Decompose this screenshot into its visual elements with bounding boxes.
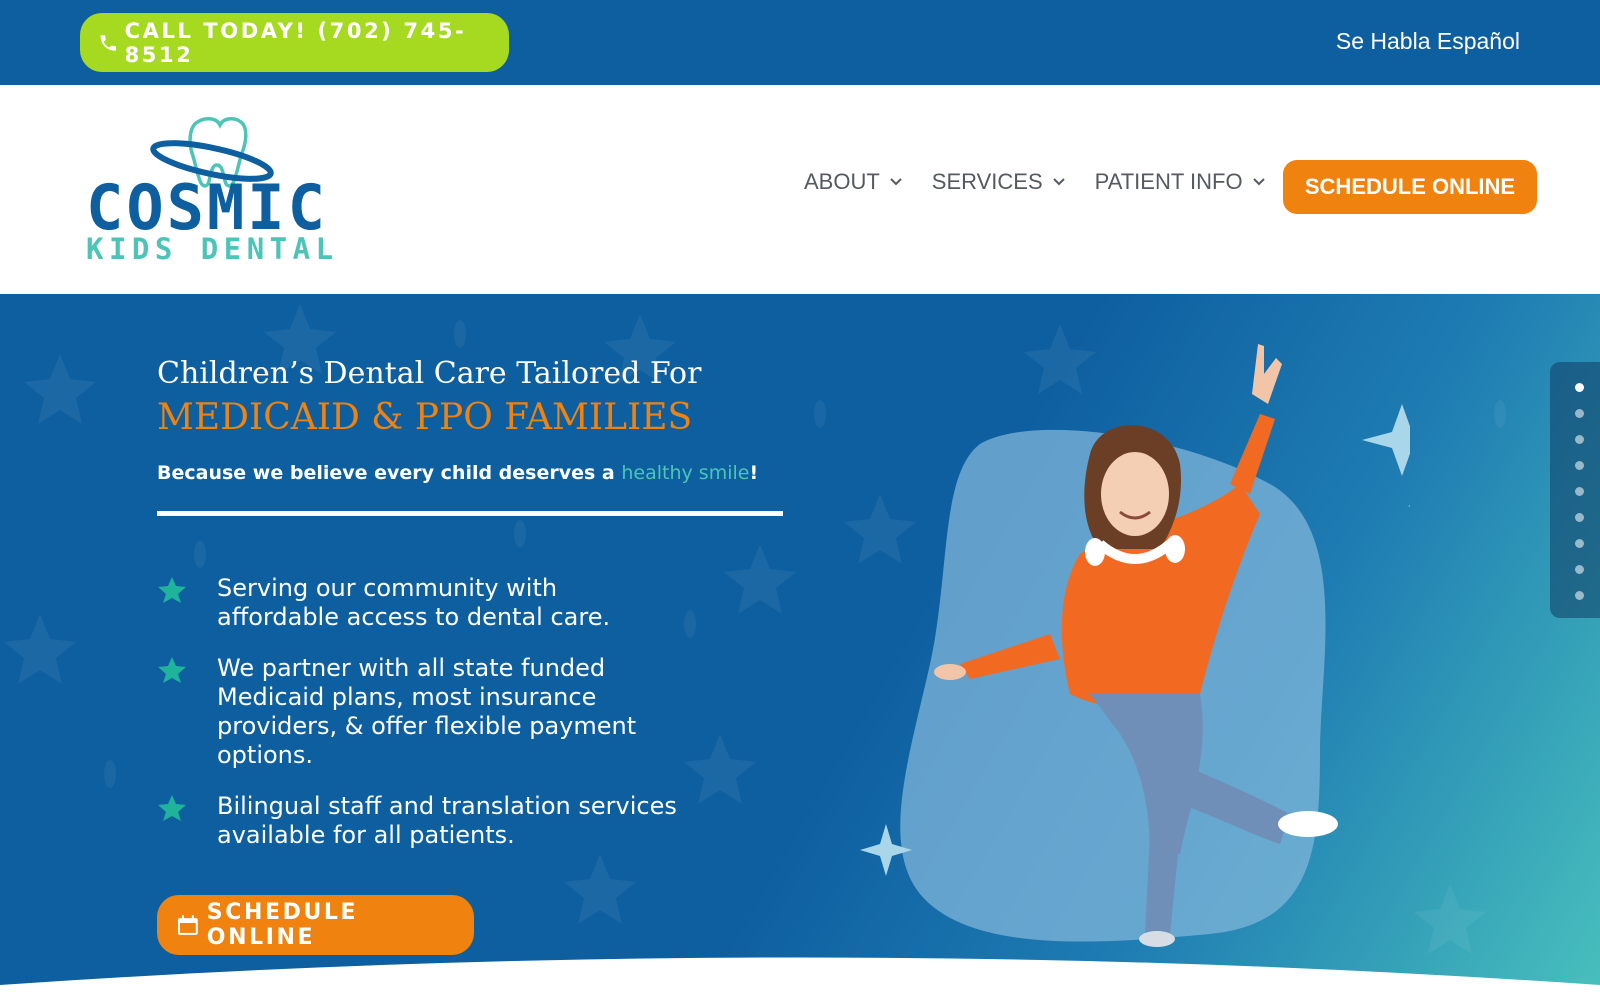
site-logo[interactable]: COSMIC KIDS DENTAL <box>84 113 344 273</box>
slider-dot-1[interactable] <box>1575 383 1584 392</box>
bullet-text: Serving our community with affordable ac… <box>217 574 611 631</box>
bullet-text: Bilingual staff and translation services… <box>217 792 677 849</box>
schedule-online-nav-button[interactable]: SCHEDULE ONLINE <box>1283 160 1537 214</box>
hero-section: Children’s Dental Care Tailored For MEDI… <box>0 294 1600 1000</box>
nav-item-label: SERVICES <box>931 169 1043 194</box>
call-today-button[interactable]: CALL TODAY! (702) 745-8512 <box>80 13 509 72</box>
hero-bullet-list: Serving our community with affordable ac… <box>157 574 677 872</box>
slider-dot-2[interactable] <box>1575 409 1584 418</box>
hero-heading-line1: Children’s Dental Care Tailored For <box>157 356 702 391</box>
hero-heading-line2: MEDICAID & PPO FAMILIES <box>157 397 693 438</box>
hero-subheading-post: ! <box>749 462 759 484</box>
star-bullet-icon <box>158 657 186 683</box>
site-header: COSMIC KIDS DENTAL ABOUT SERVICES PATIEN… <box>0 85 1600 294</box>
slider-dot-5[interactable] <box>1575 487 1584 496</box>
star-bullet-icon <box>158 577 186 603</box>
slider-dot-4[interactable] <box>1575 461 1584 470</box>
nav-item-about[interactable]: ABOUT <box>804 169 902 195</box>
jumping-girl-photo <box>860 344 1410 947</box>
list-item: Bilingual staff and translation services… <box>157 792 677 850</box>
hero-wave-divider <box>0 957 1600 1000</box>
slider-pagination <box>1550 362 1600 618</box>
slider-dot-6[interactable] <box>1575 513 1584 522</box>
calendar-icon <box>177 915 198 935</box>
top-bar: CALL TODAY! (702) 745-8512 Se Habla Espa… <box>0 0 1600 85</box>
hero-subheading-pre: Because we believe every child deserves … <box>157 462 622 484</box>
hero-subheading-highlight: healthy smile <box>621 462 750 484</box>
list-item: We partner with all state funded Medicai… <box>157 654 677 770</box>
star-bullet-icon <box>158 795 186 821</box>
call-today-label: CALL TODAY! (702) 745-8512 <box>124 18 467 67</box>
list-item: Serving our community with affordable ac… <box>157 574 677 632</box>
bullet-text: We partner with all state funded Medicai… <box>217 654 637 769</box>
chevron-down-icon <box>1052 178 1065 186</box>
main-nav: ABOUT SERVICES PATIENT INFO <box>804 169 1295 195</box>
slider-dot-9[interactable] <box>1575 591 1584 600</box>
se-habla-espanol-link[interactable]: Se Habla Español <box>1336 28 1520 55</box>
chevron-down-icon <box>890 178 902 186</box>
chevron-down-icon <box>1252 178 1265 186</box>
nav-item-label: ABOUT <box>804 169 880 194</box>
logo-wordmark-cosmic: COSMIC <box>86 171 328 244</box>
logo-wordmark-kids-dental: KIDS DENTAL <box>86 232 339 266</box>
slider-dot-3[interactable] <box>1575 435 1584 444</box>
slider-dot-7[interactable] <box>1575 539 1584 548</box>
nav-item-patient-info[interactable]: PATIENT INFO <box>1095 169 1265 195</box>
phone-icon <box>100 34 117 51</box>
nav-item-label: PATIENT INFO <box>1094 169 1243 194</box>
hero-divider <box>157 511 783 516</box>
hero-subheading: Because we believe every child deserves … <box>157 462 758 484</box>
nav-item-services[interactable]: SERVICES <box>932 169 1065 195</box>
slider-dot-8[interactable] <box>1575 565 1584 574</box>
